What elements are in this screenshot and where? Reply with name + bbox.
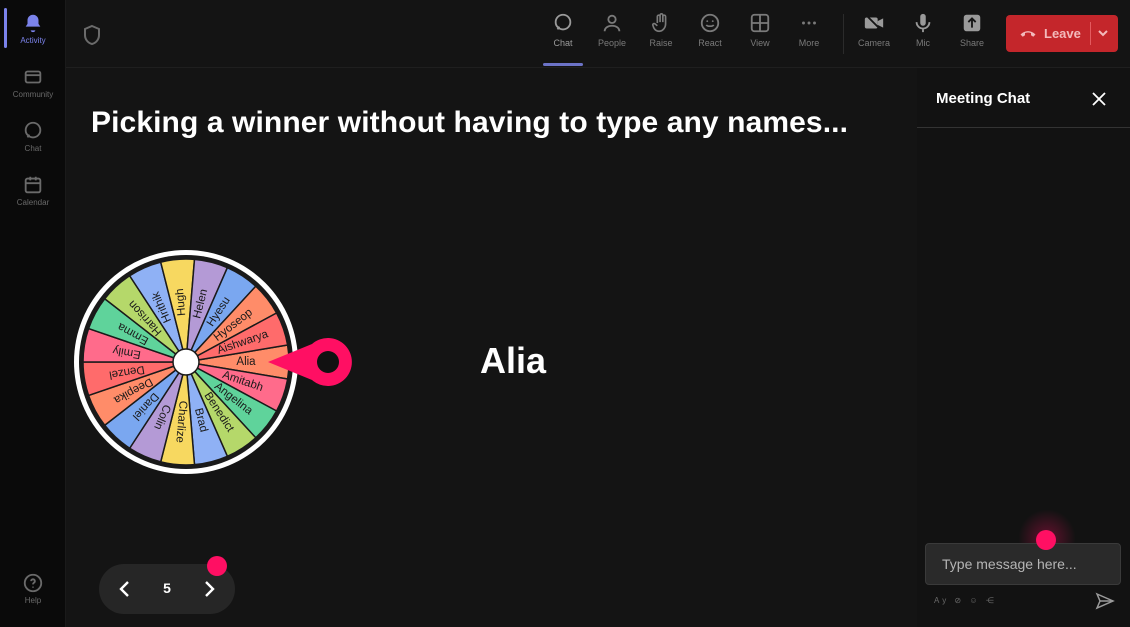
mic-icon — [915, 13, 931, 33]
name-picker-wheel[interactable]: AliaAmitabhAngelinaBenedictBradCharlizeC… — [72, 248, 358, 478]
toolbar-mic-button[interactable]: Mic — [901, 12, 945, 48]
toolbar-label: Raise — [649, 38, 673, 48]
toolbar-view-button[interactable]: View — [738, 12, 782, 48]
toolbar-share-button[interactable]: Share — [950, 12, 994, 48]
toolbar-label: View — [750, 38, 770, 48]
leave-divider — [1090, 22, 1091, 45]
shared-content-stage: Picking a winner without having to type … — [66, 68, 917, 627]
meeting-chat-panel: Meeting Chat Ay ⊘ ☺ ⋲ — [917, 68, 1130, 627]
rail-item-label: Chat — [24, 144, 42, 153]
chat-header: Meeting Chat — [917, 68, 1130, 128]
toolbar-label: Camera — [857, 38, 890, 48]
toolbar-label: People — [597, 38, 627, 48]
meeting-toolbar: Chat People Raise React View More Camera… — [66, 0, 1130, 68]
toolbar-react-button[interactable]: React — [688, 12, 732, 48]
chevron-right-icon[interactable] — [197, 577, 221, 601]
toolbar-raise-button[interactable]: Raise — [639, 12, 683, 48]
wheel-hub — [172, 348, 200, 376]
send-icon[interactable] — [1095, 592, 1115, 610]
community-icon — [24, 70, 42, 84]
toolbar-label: Mic — [916, 38, 930, 48]
toolbar-label: More — [798, 38, 820, 48]
chat-message-input[interactable] — [925, 543, 1121, 585]
share-icon — [963, 14, 981, 32]
bell-icon — [25, 14, 41, 33]
chat-format-tools[interactable]: Ay ⊘ ☺ ⋲ — [934, 596, 997, 605]
camera-icon — [864, 14, 884, 32]
toolbar-label: React — [698, 38, 722, 48]
smiley-icon — [700, 13, 720, 33]
chevron-left-icon[interactable] — [113, 577, 137, 601]
rail-item-activity[interactable]: Activity — [0, 12, 66, 45]
rail-item-label: Help — [24, 596, 42, 605]
app-rail: Activity Community Chat Calendar Help — [0, 0, 66, 627]
pointer-dot — [207, 556, 227, 576]
chat-title: Meeting Chat — [936, 90, 1031, 107]
active-tab-indicator — [543, 63, 583, 66]
rail-item-label: Community — [12, 90, 54, 99]
toolbar-chat-button[interactable]: Chat — [541, 12, 585, 48]
chat-bubble-icon — [554, 13, 572, 31]
chat-icon — [24, 121, 42, 139]
wheel-name-label: Alia — [236, 356, 256, 368]
grid-icon — [750, 13, 770, 33]
people-icon — [603, 14, 621, 32]
hang-up-icon — [1020, 31, 1036, 37]
leave-label: Leave — [1044, 26, 1081, 41]
toolbar-divider — [843, 14, 844, 54]
wheel-name-label: Hugh — [174, 288, 188, 316]
rail-item-label: Calendar — [16, 198, 50, 207]
pointer-dot — [1036, 530, 1056, 550]
toolbar-people-button[interactable]: People — [590, 12, 634, 48]
leave-button[interactable]: Leave — [1006, 15, 1118, 52]
toolbar-label: Share — [959, 38, 985, 48]
slide-number: 5 — [163, 580, 171, 596]
more-dots-icon — [802, 21, 816, 25]
chevron-down-icon[interactable] — [1096, 26, 1110, 40]
rail-item-label: Activity — [20, 36, 46, 45]
help-icon — [23, 573, 43, 593]
toolbar-camera-button[interactable]: Camera — [852, 12, 896, 48]
rail-item-community[interactable]: Community — [0, 66, 66, 99]
shield-icon — [84, 24, 100, 46]
slide-headline: Picking a winner without having to type … — [91, 106, 849, 139]
calendar-icon — [24, 176, 42, 194]
toolbar-more-button[interactable]: More — [787, 12, 831, 48]
rail-item-calendar[interactable]: Calendar — [0, 174, 66, 207]
toolbar-label: Chat — [553, 38, 573, 48]
close-icon[interactable] — [1090, 90, 1108, 108]
rail-item-help[interactable]: Help — [0, 572, 66, 605]
rail-item-chat[interactable]: Chat — [0, 120, 66, 153]
winner-name: Alia — [480, 340, 547, 381]
raise-hand-icon — [651, 13, 667, 33]
